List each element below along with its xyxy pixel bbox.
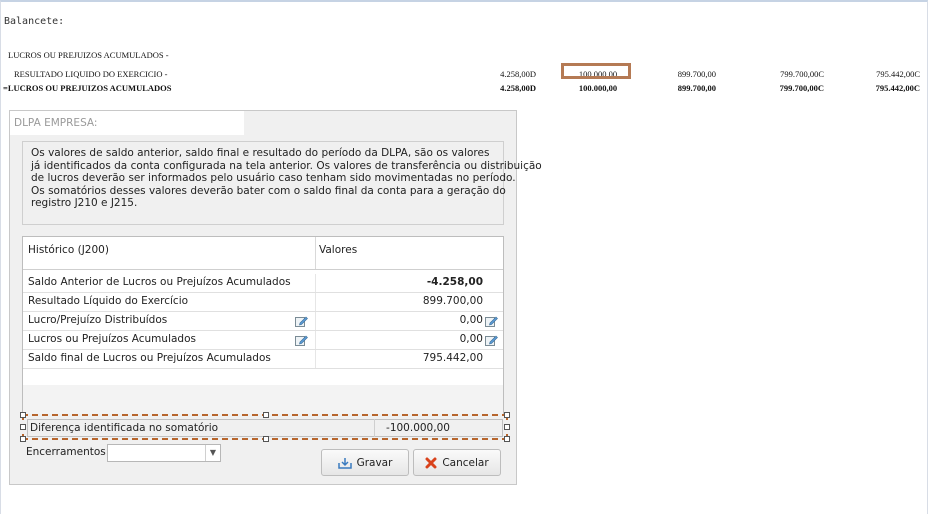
info-line: registro J210 e J215. <box>31 197 138 209</box>
column-divider <box>315 237 316 269</box>
diff-value: -100.000,00 <box>386 422 450 434</box>
value-cell: 4.258,00D <box>500 69 536 79</box>
column-header-historico[interactable]: Histórico (J200) <box>28 244 109 256</box>
cancelar-button[interactable]: Cancelar <box>413 449 501 476</box>
row-value[interactable]: 0,00 <box>315 314 483 326</box>
edit-icon[interactable] <box>485 315 498 327</box>
diff-row-selected[interactable]: Diferença identificada no somatório -100… <box>20 412 510 442</box>
save-icon <box>337 457 352 469</box>
value-cell: 4.258,00D <box>500 83 536 93</box>
resize-handle[interactable] <box>20 436 26 442</box>
resize-handle[interactable] <box>504 412 510 418</box>
info-line: de lucros deverão ser informados pelo us… <box>31 172 516 184</box>
resize-handle[interactable] <box>263 412 269 418</box>
row-value: -4.258,00 <box>426 276 483 288</box>
table-row[interactable]: Saldo Anterior de Lucros ou Prejuízos Ac… <box>23 274 503 293</box>
cancel-x-icon <box>425 457 437 468</box>
resize-handle[interactable] <box>263 436 269 442</box>
resize-handle[interactable] <box>504 436 510 442</box>
grid-header: Histórico (J200) Valores <box>23 237 503 270</box>
balancete-row: LUCROS OU PREJUIZOS ACUMULADOS - <box>0 50 928 64</box>
account-name: LUCROS OU PREJUIZOS ACUMULADOS - <box>8 50 169 60</box>
balancete-row: RESULTADO LIQUIDO DO EXERCICIO - 4.258,0… <box>0 69 928 83</box>
edit-icon[interactable] <box>295 334 308 346</box>
gravar-button[interactable]: Gravar <box>321 449 409 476</box>
row-value: 795.442,00 <box>422 352 483 364</box>
info-line: Os somatórios desses valores deverão bat… <box>31 184 506 197</box>
resize-handle[interactable] <box>20 424 26 430</box>
info-line: já identificados da conta configurada na… <box>31 159 542 172</box>
row-value: 899.700,00 <box>422 295 483 307</box>
gravar-label: Gravar <box>356 456 393 469</box>
resize-handle[interactable] <box>20 412 26 418</box>
row-label: Saldo final de Lucros ou Prejuízos Acumu… <box>28 352 271 364</box>
row-label: Lucros ou Prejuízos Acumulados <box>28 333 196 345</box>
balancete-row: =LUCROS OU PREJUIZOS ACUMULADOS 4.258,00… <box>0 83 928 97</box>
info-box: Os valores de saldo anterior, saldo fina… <box>22 141 542 225</box>
value-cell: 899.700,00 <box>677 83 716 93</box>
edit-icon[interactable] <box>295 315 308 327</box>
diff-row: Diferença identificada no somatório -100… <box>27 419 503 437</box>
balancete-title: Balancete: <box>4 16 65 27</box>
value-cell: 899.700,00 <box>677 69 716 79</box>
info-line: Os valores de saldo anterior, saldo fina… <box>31 147 490 159</box>
value-cell: 799.700,00C <box>779 83 824 93</box>
value-cell: 795.442,00C <box>876 69 920 79</box>
dlpa-dialog: DLPA EMPRESA: Os valores de saldo anteri… <box>9 110 542 485</box>
row-label: Saldo Anterior de Lucros ou Prejuízos Ac… <box>28 276 291 288</box>
column-header-valores[interactable]: Valores <box>319 244 357 256</box>
edit-icon[interactable] <box>485 334 498 346</box>
table-row[interactable]: Lucro/Prejuízo Distribuídos 0,00 <box>23 312 503 331</box>
balancete-table: LUCROS OU PREJUIZOS ACUMULADOS - RESULTA… <box>0 50 928 97</box>
dlpa-grid: Histórico (J200) Valores Saldo Anterior … <box>22 236 504 426</box>
account-name: =LUCROS OU PREJUIZOS ACUMULADOS <box>3 83 172 93</box>
value-cell: 795.442,00C <box>875 83 920 93</box>
table-row[interactable]: Resultado Líquido do Exercício 899.700,0… <box>23 293 503 312</box>
resize-handle[interactable] <box>504 424 510 430</box>
row-label: Resultado Líquido do Exercício <box>28 295 189 307</box>
row-label: Lucro/Prejuízo Distribuídos <box>28 314 168 326</box>
dropdown-arrow-icon[interactable]: ▼ <box>205 445 220 461</box>
encerramentos-select[interactable]: ▼ <box>107 444 221 462</box>
grid-rows: Saldo Anterior de Lucros ou Prejuízos Ac… <box>23 274 503 369</box>
table-row[interactable]: Lucros ou Prejuízos Acumulados 0,00 <box>23 331 503 350</box>
dialog-title: DLPA EMPRESA: <box>10 111 244 135</box>
row-value[interactable]: 0,00 <box>315 333 483 345</box>
encerramentos-label: Encerramentos: <box>26 446 110 458</box>
cancelar-label: Cancelar <box>442 456 489 469</box>
highlight-box <box>561 63 631 79</box>
value-cell: 799.700,00C <box>780 69 824 79</box>
account-name: RESULTADO LIQUIDO DO EXERCICIO - <box>14 69 168 79</box>
value-cell: 100.000,00 <box>578 83 618 93</box>
table-row[interactable]: Saldo final de Lucros ou Prejuízos Acumu… <box>23 350 503 369</box>
diff-label: Diferença identificada no somatório <box>30 422 219 434</box>
